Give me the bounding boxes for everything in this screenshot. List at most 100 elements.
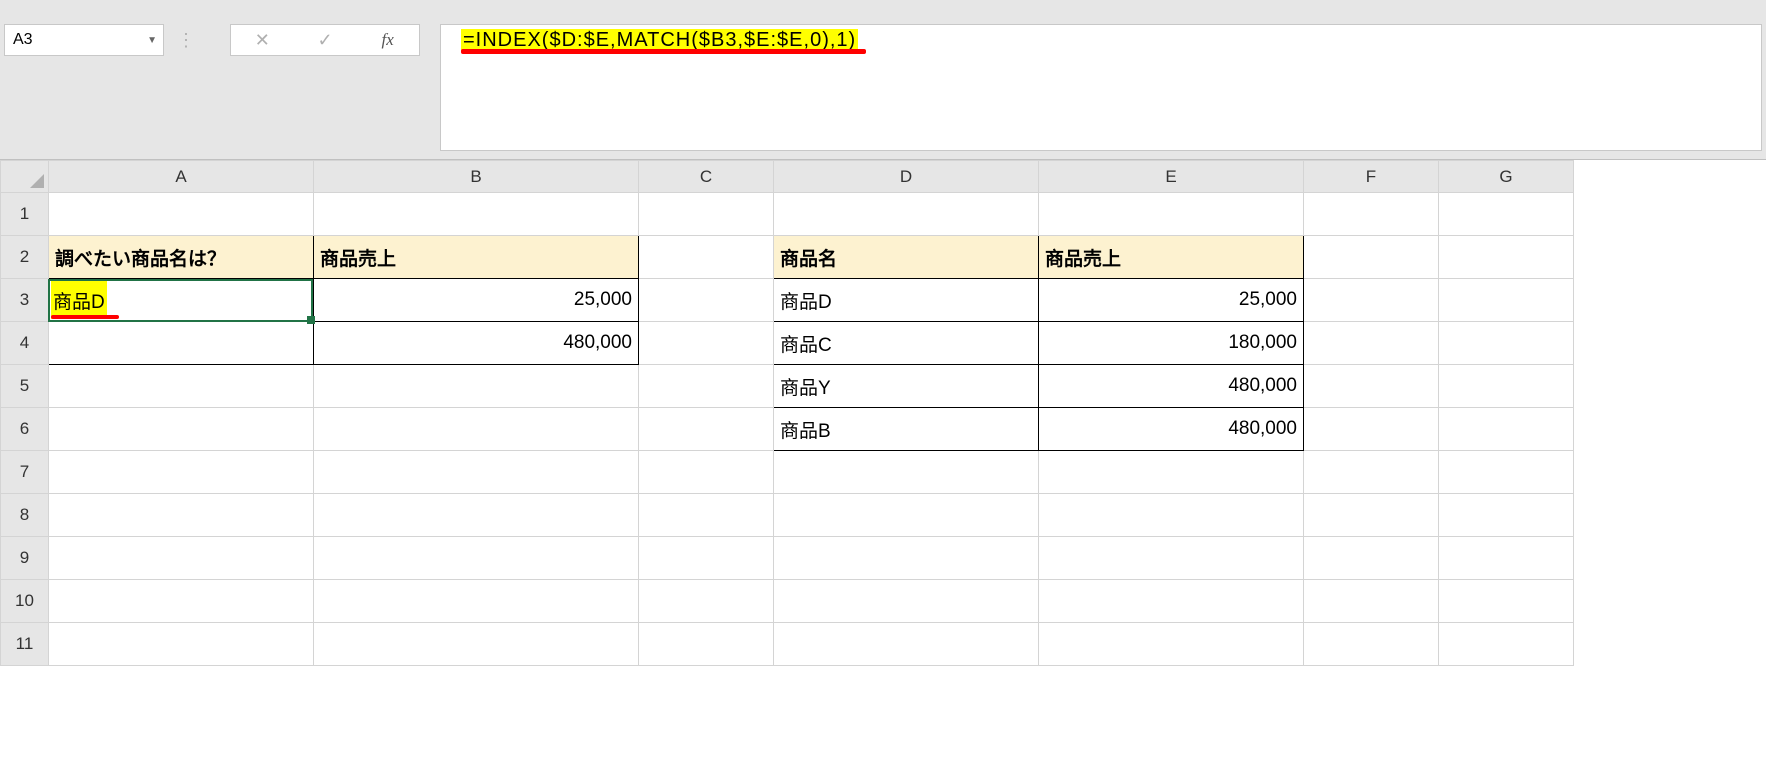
cell-E3[interactable]: 25,000: [1039, 279, 1304, 322]
row-header-7[interactable]: 7: [1, 451, 49, 494]
cell-E4[interactable]: 180,000: [1039, 322, 1304, 365]
cell-B10[interactable]: [314, 580, 639, 623]
cell-A6[interactable]: [49, 408, 314, 451]
cell-B8[interactable]: [314, 494, 639, 537]
cell-B4[interactable]: 480,000: [314, 322, 639, 365]
row-header-2[interactable]: 2: [1, 236, 49, 279]
cell-F2[interactable]: [1304, 236, 1439, 279]
cell-D9[interactable]: [774, 537, 1039, 580]
col-header-G[interactable]: G: [1439, 161, 1574, 193]
cell-B7[interactable]: [314, 451, 639, 494]
cell-F10[interactable]: [1304, 580, 1439, 623]
cell-A11[interactable]: [49, 623, 314, 666]
cell-C9[interactable]: [639, 537, 774, 580]
col-header-D[interactable]: D: [774, 161, 1039, 193]
drag-handle-icon[interactable]: ⋮: [176, 24, 196, 56]
cell-D2[interactable]: 商品名: [774, 236, 1039, 279]
cell-D3[interactable]: 商品D: [774, 279, 1039, 322]
grid[interactable]: A B C D E F G 1 2: [0, 160, 1574, 666]
cell-F5[interactable]: [1304, 365, 1439, 408]
cell-F8[interactable]: [1304, 494, 1439, 537]
row-header-8[interactable]: 8: [1, 494, 49, 537]
cell-A2[interactable]: 調べたい商品名は？: [49, 236, 314, 279]
col-header-B[interactable]: B: [314, 161, 639, 193]
cell-F11[interactable]: [1304, 623, 1439, 666]
cell-E2[interactable]: 商品売上: [1039, 236, 1304, 279]
row-header-9[interactable]: 9: [1, 537, 49, 580]
cell-B3[interactable]: 25,000: [314, 279, 639, 322]
cell-A5[interactable]: [49, 365, 314, 408]
spreadsheet[interactable]: A B C D E F G 1 2: [0, 160, 1766, 666]
cell-G8[interactable]: [1439, 494, 1574, 537]
col-header-E[interactable]: E: [1039, 161, 1304, 193]
cell-D8[interactable]: [774, 494, 1039, 537]
row-header-6[interactable]: 6: [1, 408, 49, 451]
cell-F7[interactable]: [1304, 451, 1439, 494]
cell-A4[interactable]: [49, 322, 314, 365]
cell-E6[interactable]: 480,000: [1039, 408, 1304, 451]
cell-A8[interactable]: [49, 494, 314, 537]
cell-G5[interactable]: [1439, 365, 1574, 408]
cell-C6[interactable]: [639, 408, 774, 451]
cell-F4[interactable]: [1304, 322, 1439, 365]
cell-G1[interactable]: [1439, 193, 1574, 236]
cell-G3[interactable]: [1439, 279, 1574, 322]
cell-B2[interactable]: 商品売上: [314, 236, 639, 279]
cell-E11[interactable]: [1039, 623, 1304, 666]
cell-G9[interactable]: [1439, 537, 1574, 580]
cell-E1[interactable]: [1039, 193, 1304, 236]
cell-A9[interactable]: [49, 537, 314, 580]
cell-F3[interactable]: [1304, 279, 1439, 322]
cell-B6[interactable]: [314, 408, 639, 451]
row-header-11[interactable]: 11: [1, 623, 49, 666]
cell-G10[interactable]: [1439, 580, 1574, 623]
name-box[interactable]: A3 ▼: [4, 24, 164, 56]
cell-D11[interactable]: [774, 623, 1039, 666]
cell-C1[interactable]: [639, 193, 774, 236]
cell-A1[interactable]: [49, 193, 314, 236]
cell-C8[interactable]: [639, 494, 774, 537]
col-header-C[interactable]: C: [639, 161, 774, 193]
cell-B1[interactable]: [314, 193, 639, 236]
row-header-10[interactable]: 10: [1, 580, 49, 623]
cell-F1[interactable]: [1304, 193, 1439, 236]
cell-C7[interactable]: [639, 451, 774, 494]
cell-D7[interactable]: [774, 451, 1039, 494]
cell-C5[interactable]: [639, 365, 774, 408]
cell-E7[interactable]: [1039, 451, 1304, 494]
cell-E10[interactable]: [1039, 580, 1304, 623]
cell-B11[interactable]: [314, 623, 639, 666]
cell-E8[interactable]: [1039, 494, 1304, 537]
cell-G6[interactable]: [1439, 408, 1574, 451]
cell-C4[interactable]: [639, 322, 774, 365]
cell-G11[interactable]: [1439, 623, 1574, 666]
dropdown-icon[interactable]: ▼: [147, 35, 157, 46]
cell-B5[interactable]: [314, 365, 639, 408]
col-header-A[interactable]: A: [49, 161, 314, 193]
cell-F9[interactable]: [1304, 537, 1439, 580]
cell-A3[interactable]: 商品D: [49, 279, 314, 322]
cell-C10[interactable]: [639, 580, 774, 623]
enter-button[interactable]: ✓: [294, 25, 357, 55]
cell-D10[interactable]: [774, 580, 1039, 623]
cell-G2[interactable]: [1439, 236, 1574, 279]
insert-function-button[interactable]: fx: [356, 25, 419, 55]
cell-C3[interactable]: [639, 279, 774, 322]
cell-A10[interactable]: [49, 580, 314, 623]
formula-input[interactable]: =INDEX($D:$E,MATCH($B3,$E:$E,0),1): [440, 24, 1762, 151]
col-header-F[interactable]: F: [1304, 161, 1439, 193]
cell-F6[interactable]: [1304, 408, 1439, 451]
cell-E5[interactable]: 480,000: [1039, 365, 1304, 408]
cell-C11[interactable]: [639, 623, 774, 666]
row-header-1[interactable]: 1: [1, 193, 49, 236]
cell-C2[interactable]: [639, 236, 774, 279]
row-header-5[interactable]: 5: [1, 365, 49, 408]
row-header-4[interactable]: 4: [1, 322, 49, 365]
cell-B9[interactable]: [314, 537, 639, 580]
cell-A7[interactable]: [49, 451, 314, 494]
cell-D1[interactable]: [774, 193, 1039, 236]
cell-G4[interactable]: [1439, 322, 1574, 365]
cell-G7[interactable]: [1439, 451, 1574, 494]
cell-D6[interactable]: 商品B: [774, 408, 1039, 451]
cancel-button[interactable]: ✕: [231, 25, 294, 55]
